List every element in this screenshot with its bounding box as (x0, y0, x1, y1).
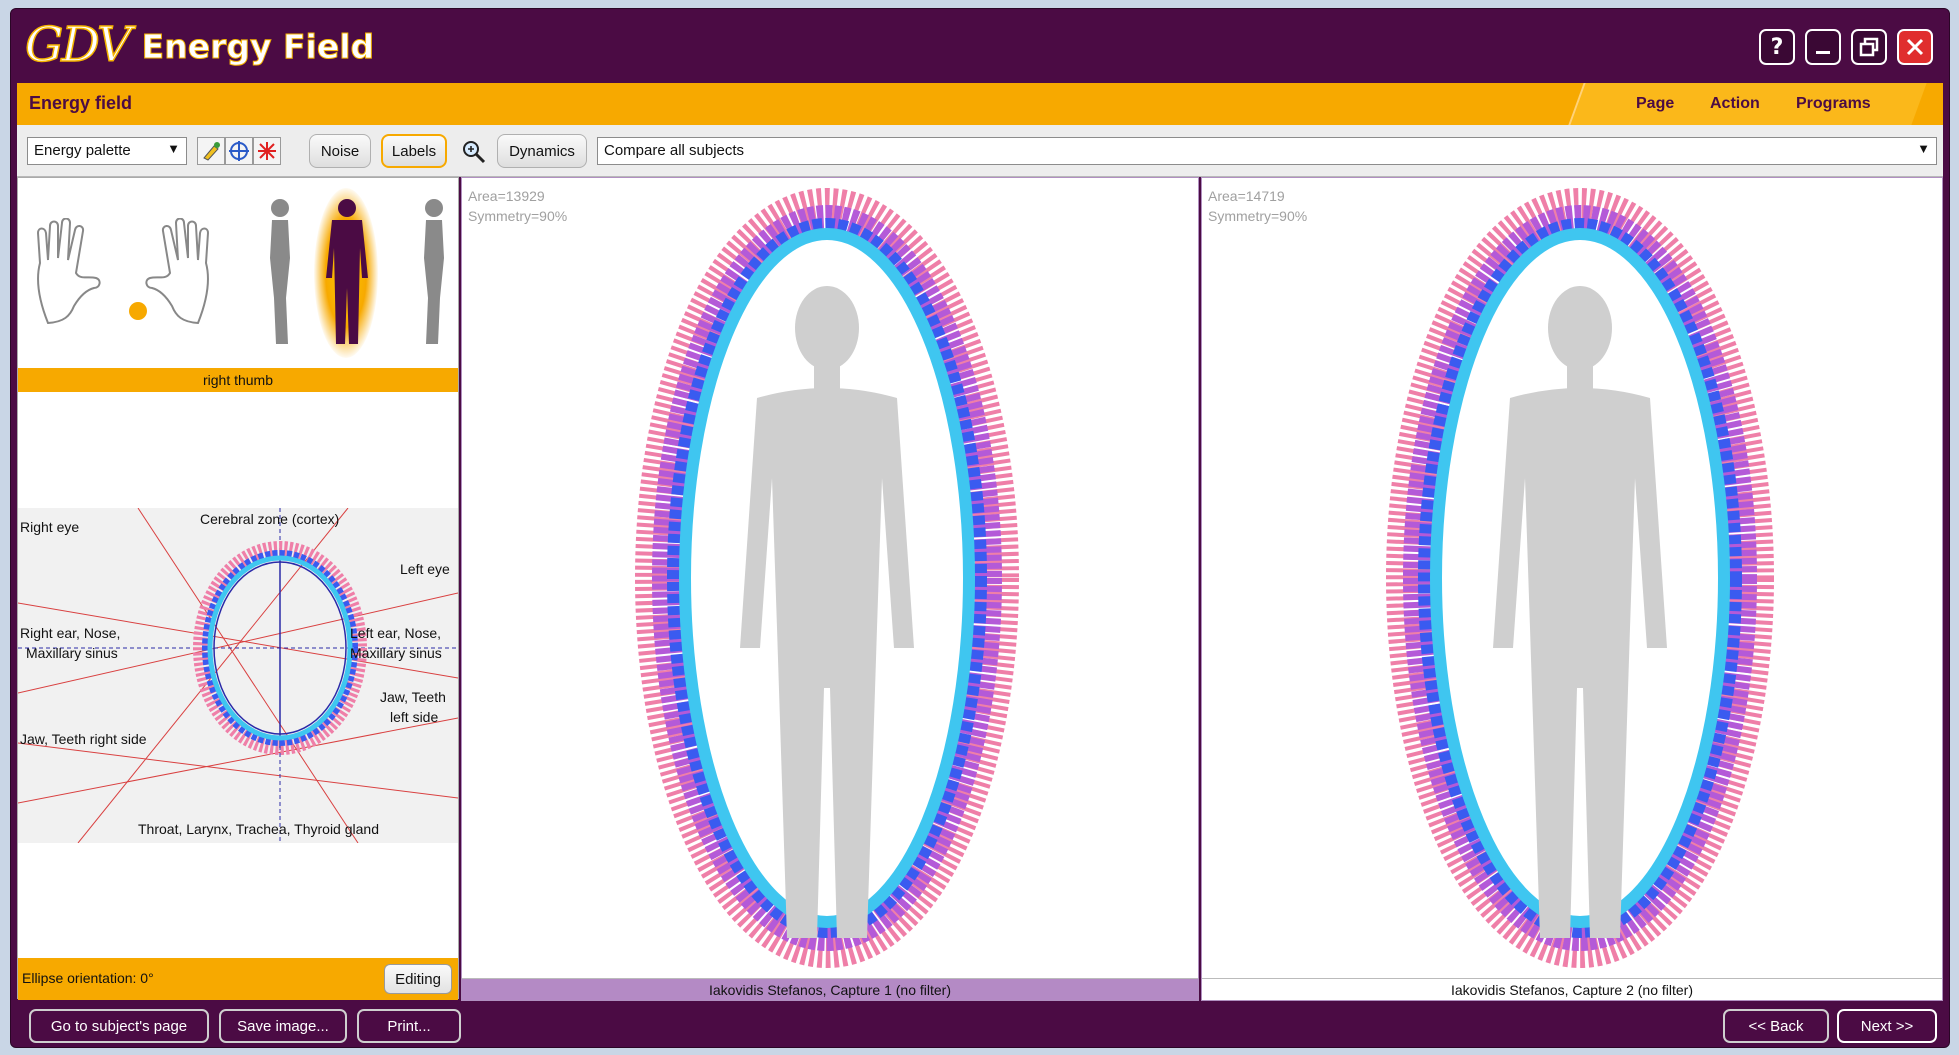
label-left-ear-2: Maxillary sinus (350, 645, 442, 661)
zoom-icon[interactable] (461, 139, 487, 169)
app-window: GDV Energy Field ? Energy field Page Act… (10, 8, 1950, 1048)
save-image-button[interactable]: Save image... (219, 1009, 347, 1043)
profile-left-icon[interactable] (258, 198, 298, 348)
capture-selector (18, 178, 458, 368)
target-icon[interactable] (225, 137, 253, 165)
labels-button[interactable]: Labels (381, 134, 447, 168)
bottom-bar: Go to subject's page Save image... Print… (17, 1001, 1943, 1047)
logo-mark: GDV (24, 16, 132, 74)
toolbar: Energy palette ▼ Noise Labels Dynamics C… (17, 125, 1943, 177)
label-cerebral: Cerebral zone (cortex) (200, 511, 340, 527)
section-title: Energy field (29, 93, 133, 113)
label-right-ear-1: Right ear, Nose, (20, 625, 121, 641)
palette-select[interactable]: Energy palette ▼ (27, 137, 187, 165)
app-logo: GDV Energy Field (24, 15, 375, 75)
go-to-subject-button[interactable]: Go to subject's page (29, 1009, 209, 1043)
section-header: Energy field Page Action Programs (17, 83, 1943, 125)
front-body-icon[interactable] (322, 198, 372, 348)
label-left-ear-1: Left ear, Nose, (350, 625, 442, 641)
menu-bar: Page Action Programs (1568, 83, 1927, 125)
noise-button[interactable]: Noise (309, 134, 371, 168)
sector-diagram-svg (18, 508, 458, 843)
asterisk-icon[interactable] (253, 137, 281, 165)
selected-caption: right thumb (18, 368, 458, 392)
compare-select[interactable]: Compare all subjects ▼ (597, 137, 1937, 165)
chevron-down-icon: ▼ (1917, 141, 1930, 156)
chevron-down-icon: ▼ (167, 141, 180, 156)
capture-1-caption: Iakovidis Stefanos, Capture 1 (no filter… (462, 978, 1198, 1000)
capture-2-image (1386, 188, 1774, 968)
print-button[interactable]: Print... (357, 1009, 461, 1043)
sector-diagram: Cerebral zone (cortex) Right eye Left ey… (18, 508, 458, 843)
label-jaw-left-2: left side (390, 709, 439, 725)
capture-panel-1: Area=13929 Symmetry=90% Iakovidis Stefan… (461, 177, 1199, 1001)
label-jaw-left-1: Jaw, Teeth (380, 689, 446, 705)
close-icon[interactable] (1897, 29, 1933, 65)
label-throat: Throat, Larynx, Trachea, Thyroid gland (138, 821, 379, 837)
dynamics-button[interactable]: Dynamics (497, 134, 587, 168)
profile-right-icon[interactable] (416, 198, 456, 348)
label-left-eye: Left eye (400, 561, 450, 577)
left-footer: Ellipse orientation: 0° Editing (18, 958, 458, 1000)
app-title: Energy Field (141, 27, 375, 67)
restore-icon[interactable] (1851, 29, 1887, 65)
minimize-icon[interactable] (1805, 29, 1841, 65)
left-panel: right thumb Cerebral zone (cortex) Right… (17, 177, 459, 1000)
back-button[interactable]: << Back (1723, 1009, 1829, 1043)
menu-programs[interactable]: Programs (1778, 95, 1889, 113)
right-hand-icon[interactable] (128, 218, 218, 328)
left-hand-icon[interactable] (28, 218, 108, 328)
ellipse-orientation: Ellipse orientation: 0° (22, 970, 154, 986)
capture-2-caption: Iakovidis Stefanos, Capture 2 (no filter… (1202, 978, 1942, 1000)
help-icon[interactable]: ? (1759, 29, 1795, 65)
capture-1-image (635, 188, 1019, 968)
label-jaw-right: Jaw, Teeth right side (20, 731, 147, 747)
editing-button[interactable]: Editing (384, 964, 452, 994)
brush-icon[interactable] (197, 137, 225, 165)
compare-value: Compare all subjects (604, 142, 745, 159)
menu-page[interactable]: Page (1618, 95, 1692, 113)
menu-action[interactable]: Action (1693, 95, 1779, 113)
palette-value: Energy palette (34, 142, 131, 159)
capture-panel-2: Area=14719 Symmetry=90% Iakovidis Stefan… (1201, 177, 1943, 1001)
next-button[interactable]: Next >> (1837, 1009, 1937, 1043)
label-right-eye: Right eye (20, 519, 80, 535)
title-bar: GDV Energy Field ? (11, 9, 1949, 83)
label-right-ear-2: Maxillary sinus (26, 645, 118, 661)
